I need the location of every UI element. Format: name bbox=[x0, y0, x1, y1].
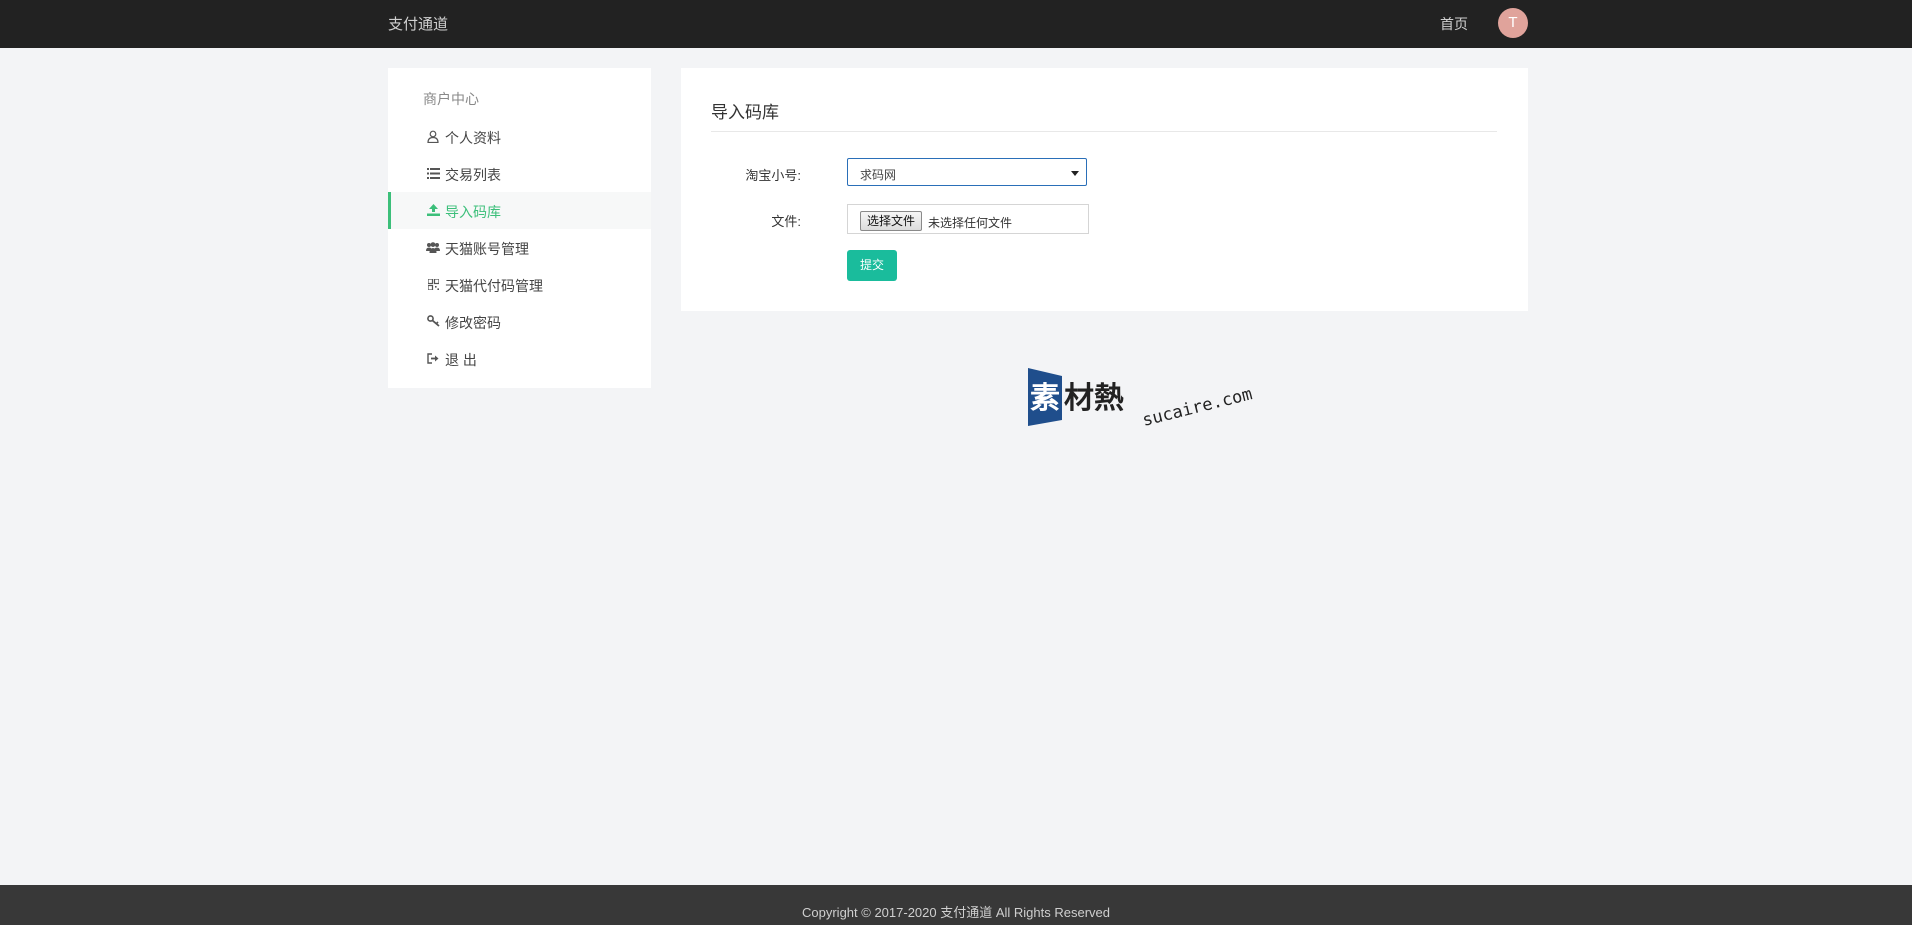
top-navbar: 支付通道 首页 T bbox=[0, 0, 1912, 48]
sign-out-icon bbox=[426, 351, 440, 365]
sidebar-item-label: 修改密码 bbox=[445, 315, 501, 331]
svg-text:材熱: 材熱 bbox=[1064, 381, 1124, 416]
sidebar-item-label: 个人资料 bbox=[445, 130, 501, 146]
sidebar-item-tmall-payment-codes[interactable]: 天猫代付码管理 bbox=[388, 266, 651, 303]
sidebar-item-label: 导入码库 bbox=[445, 204, 501, 220]
page-title: 导入码库 bbox=[711, 103, 779, 122]
sidebar-item-logout[interactable]: 退 出 bbox=[388, 340, 651, 377]
sidebar-item-label: 交易列表 bbox=[445, 167, 501, 183]
sidebar: 商户中心 个人资料 交易列表 导入码库 天猫账号管理 天猫代付码管理 修改密码 … bbox=[388, 68, 651, 388]
taobao-account-selected-value: 求码网 bbox=[860, 168, 897, 182]
sidebar-item-import-codes[interactable]: 导入码库 bbox=[388, 192, 651, 229]
nav-home-link[interactable]: 首页 bbox=[1440, 14, 1468, 34]
sidebar-item-profile[interactable]: 个人资料 bbox=[388, 118, 651, 155]
upload-icon bbox=[426, 203, 440, 217]
sidebar-item-change-password[interactable]: 修改密码 bbox=[388, 303, 651, 340]
sidebar-item-label: 天猫代付码管理 bbox=[445, 278, 543, 294]
choose-file-button[interactable]: 选择文件 bbox=[860, 211, 923, 231]
watermark-logo: 素 材熱 sucaire.com bbox=[1028, 368, 1278, 431]
svg-text:sucaire.com: sucaire.com bbox=[1140, 384, 1254, 428]
users-icon bbox=[426, 240, 440, 254]
footer: Copyright © 2017-2020 支付通道 All Rights Re… bbox=[0, 885, 1912, 925]
key-icon bbox=[426, 314, 440, 328]
user-avatar[interactable]: T bbox=[1498, 8, 1528, 38]
import-codes-panel: 导入码库 淘宝小号: 求码网 文件: 选择文件 未选择任何文件 提交 bbox=[681, 68, 1528, 311]
qrcode-icon bbox=[426, 277, 440, 291]
sidebar-item-label: 天猫账号管理 bbox=[445, 241, 529, 257]
submit-button[interactable]: 提交 bbox=[847, 250, 897, 281]
file-status-text: 未选择任何文件 bbox=[928, 216, 1013, 230]
file-label: 文件: bbox=[771, 214, 801, 229]
list-icon bbox=[426, 166, 440, 180]
caret-down-icon bbox=[1071, 171, 1079, 176]
sidebar-heading: 商户中心 bbox=[423, 91, 479, 107]
user-icon bbox=[426, 129, 440, 143]
title-divider bbox=[711, 131, 1497, 132]
svg-text:素: 素 bbox=[1030, 381, 1060, 416]
sidebar-item-tmall-accounts[interactable]: 天猫账号管理 bbox=[388, 229, 651, 266]
taobao-account-select[interactable]: 求码网 bbox=[847, 158, 1087, 186]
copyright-text: Copyright © 2017-2020 支付通道 All Rights Re… bbox=[802, 905, 1110, 920]
sidebar-item-label: 退 出 bbox=[445, 352, 477, 368]
sidebar-item-transactions[interactable]: 交易列表 bbox=[388, 155, 651, 192]
taobao-account-label: 淘宝小号: bbox=[745, 168, 801, 183]
brand-link[interactable]: 支付通道 bbox=[388, 13, 448, 34]
file-input[interactable]: 选择文件 未选择任何文件 bbox=[847, 204, 1089, 234]
